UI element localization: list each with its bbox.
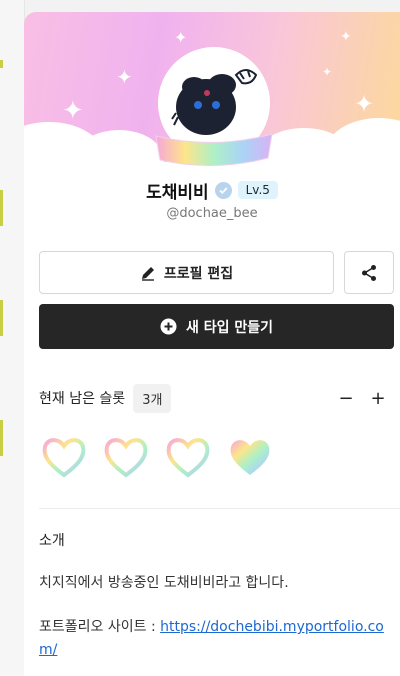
empty-slot-heart-icon[interactable] [39, 432, 89, 482]
left-sidebar-strip [0, 0, 25, 676]
share-icon [362, 264, 376, 281]
increase-slot-button[interactable]: + [367, 387, 389, 409]
level-badge: Lv.5 [237, 181, 278, 199]
remaining-slots-label: 현재 남은 슬롯 [39, 391, 126, 407]
sparkle-icon: ✦ [174, 28, 188, 47]
sparkle-icon: ✦ [340, 29, 352, 45]
about-text: 치지직에서 방송중인 도채비비라고 합니다. [39, 575, 289, 591]
slot-hearts [39, 432, 275, 484]
create-type-button[interactable]: 새 타입 만들기 [39, 304, 394, 349]
edit-profile-button[interactable]: 프로필 편집 [39, 251, 334, 294]
sidebar-marker [0, 190, 3, 226]
portfolio-line: 포트폴리오 사이트 : https://dochebibi.myportfoli… [39, 616, 395, 662]
sparkle-icon: ✦ [116, 65, 133, 89]
sparkle-icon: ✦ [354, 90, 375, 118]
empty-slot-heart-icon[interactable] [101, 432, 151, 482]
sidebar-marker [0, 300, 3, 336]
create-type-label: 새 타입 만들기 [185, 319, 274, 336]
rainbow-ribbon-icon [155, 133, 273, 167]
sparkle-icon: ✦ [62, 96, 84, 126]
remaining-slots-count: 3개 [133, 383, 172, 413]
share-button[interactable] [344, 251, 394, 294]
decrease-slot-button[interactable]: − [335, 387, 357, 409]
section-divider [39, 508, 400, 509]
profile-handle: @dochae_bee [166, 206, 258, 221]
empty-slot-heart-icon[interactable] [163, 432, 213, 482]
pencil-icon [141, 266, 154, 281]
sparkle-icon: ✦ [322, 65, 333, 79]
check-badge-icon [214, 181, 232, 199]
plus-circle-icon [160, 318, 177, 335]
profile-name: 도채비비 [146, 182, 209, 203]
profile-card: ✦ ✦ ✦ ✦ ✦ ✦ 도채비비 Lv.5 @dochae_bee 프로필 편집… [24, 12, 400, 676]
filled-slot-heart-icon[interactable] [225, 432, 275, 482]
profile-name-row: 도채비비 Lv.5 [24, 177, 400, 203]
about-heading: 소개 [39, 533, 65, 549]
portfolio-label: 포트폴리오 사이트 : [39, 619, 161, 635]
sidebar-marker [0, 420, 3, 456]
edit-profile-label: 프로필 편집 [163, 265, 234, 282]
sidebar-marker [0, 60, 3, 68]
